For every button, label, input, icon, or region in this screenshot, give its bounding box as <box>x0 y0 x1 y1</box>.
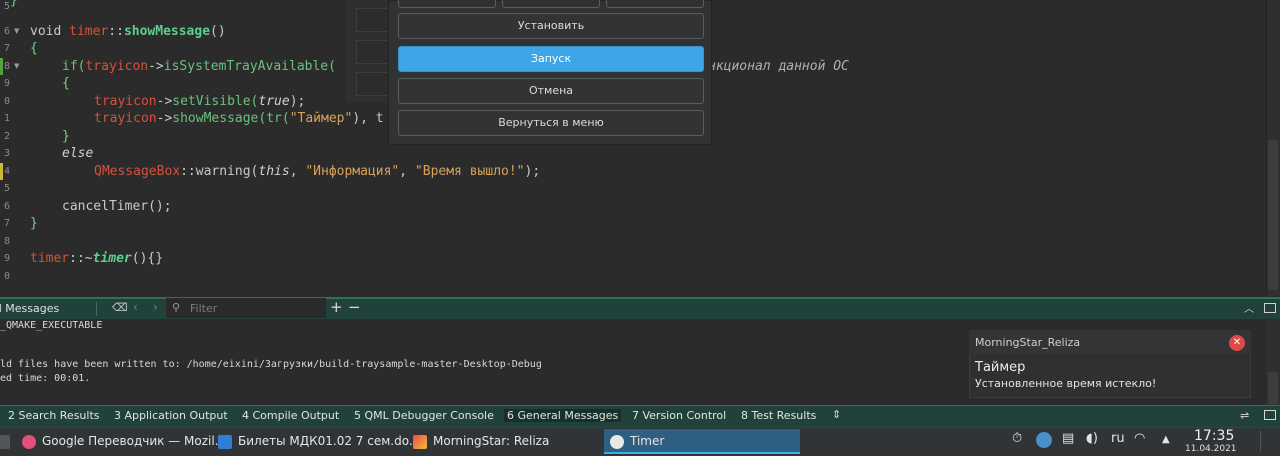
task-morningstar[interactable]: MorningStar: Reliza <box>408 429 600 454</box>
line-number-gutter: 5 6 7 8 9 0 1 2 3 4 5 6 7 8 9 0 ▼ ▼ <box>0 0 24 296</box>
line-number: 1 <box>3 113 10 124</box>
set-button[interactable]: Установить <box>398 13 704 39</box>
output-line: ld files have been written to: /home/eix… <box>0 359 542 370</box>
code-line: if(trayicon->isSystemTrayAvailable( <box>62 59 336 74</box>
stopwatch-tray-icon[interactable]: ⏱ <box>1012 431 1022 446</box>
code-line: trayicon->setVisible(true); <box>94 94 306 109</box>
background-window-button <box>356 72 391 96</box>
line-number: 8 <box>3 236 10 247</box>
line-number: 6 <box>3 26 10 37</box>
task-timer[interactable]: Timer <box>604 429 800 454</box>
next-icon[interactable]: › <box>153 300 158 314</box>
volume-icon[interactable]: ◖) <box>1086 431 1098 446</box>
clock-time[interactable]: 17:35 <box>1194 428 1234 444</box>
code-comment: нкционал данной ОС <box>708 59 849 74</box>
keyboard-layout[interactable]: ru <box>1111 431 1125 446</box>
update-tray-icon[interactable] <box>1036 432 1052 448</box>
task-label: Google Переводчик — Mozil... <box>42 434 227 448</box>
change-marker <box>0 163 3 180</box>
tab-qml-debugger-console[interactable]: 5 QML Debugger Console <box>354 409 494 422</box>
chevron-up-icon[interactable]: ︿ <box>1244 300 1254 315</box>
tab-general-messages[interactable]: 6 General Messages <box>504 409 622 422</box>
start-button[interactable]: Запуск <box>398 46 704 72</box>
fold-arrow-icon[interactable]: ▼ <box>14 58 19 75</box>
code-line: } <box>30 216 38 231</box>
code-line: } <box>10 0 18 8</box>
line-number: 0 <box>3 271 10 282</box>
previous-icon[interactable]: ‹ <box>133 300 138 314</box>
clock-date[interactable]: 11.04.2021 <box>1185 444 1237 454</box>
document-icon <box>218 434 232 449</box>
code-line: } <box>62 129 70 144</box>
output-scrollbar-thumb[interactable] <box>1268 372 1278 404</box>
line-number: 5 <box>3 1 10 12</box>
wifi-icon[interactable]: ◠ <box>1134 431 1145 446</box>
line-number: 6 <box>3 201 10 212</box>
notification-app-name: MorningStar_Reliza <box>975 336 1081 349</box>
code-line: { <box>30 41 38 56</box>
code-line: { <box>62 76 70 91</box>
filter-placeholder: Filter <box>190 302 218 315</box>
line-number: 7 <box>3 43 10 54</box>
task-document[interactable]: Билеты МДК01.02 7 сем.do... <box>212 429 420 454</box>
maximize-icon[interactable] <box>1264 410 1276 420</box>
output-pane-title[interactable]: al Messages <box>0 302 100 315</box>
tabs-updown-icon[interactable]: ⇕ <box>832 408 841 421</box>
tab-application-output[interactable]: 3 Application Output <box>114 409 228 422</box>
close-icon[interactable]: ✕ <box>1229 335 1245 351</box>
tab-compile-output[interactable]: 4 Compile Output <box>242 409 339 422</box>
stopwatch-icon <box>610 434 624 449</box>
line-number: 9 <box>3 253 10 264</box>
minutes-spinbox[interactable] <box>502 0 600 8</box>
firefox-icon <box>22 434 36 449</box>
notification-title: Таймер <box>975 360 1026 375</box>
maximize-icon[interactable] <box>1264 303 1276 313</box>
line-number: 7 <box>3 218 10 229</box>
tab-test-results[interactable]: 8 Test Results <box>741 409 816 422</box>
clear-output-icon[interactable]: ⌫ <box>112 301 128 314</box>
task-label: Билеты МДК01.02 7 сем.do... <box>238 434 421 448</box>
show-desktop-button[interactable] <box>1260 431 1277 451</box>
notification-body: Установленное время истекло! <box>975 377 1157 390</box>
code-line: else <box>62 146 94 161</box>
code-line: void timer::showMessage() <box>30 24 226 39</box>
fold-arrow-icon[interactable]: ▼ <box>14 23 19 40</box>
background-window-button <box>356 8 391 32</box>
seconds-spinbox[interactable] <box>606 0 704 8</box>
add-icon[interactable]: + <box>330 298 343 316</box>
search-icon: ⚲ <box>172 301 181 314</box>
back-to-menu-button[interactable]: Вернуться в меню <box>398 110 704 136</box>
line-number: 3 <box>3 148 10 159</box>
app-icon <box>413 434 427 449</box>
editor-scrollbar-thumb[interactable] <box>1268 140 1278 290</box>
task-label: Timer <box>630 434 665 448</box>
line-number: 5 <box>3 183 10 194</box>
line-number: 9 <box>3 78 10 89</box>
cancel-button[interactable]: Отмена <box>398 78 704 104</box>
code-line: cancelTimer(); <box>62 199 172 214</box>
tab-search-results[interactable]: 2 Search Results <box>8 409 100 422</box>
code-line: timer::~timer(){} <box>30 251 164 266</box>
sidebar-toggle-icon[interactable]: ⇌ <box>1240 409 1249 422</box>
task-firefox[interactable]: Google Переводчик — Mozil... <box>16 429 226 454</box>
line-number: 2 <box>3 131 10 142</box>
change-marker <box>0 58 3 75</box>
hours-spinbox[interactable] <box>398 0 496 8</box>
divider <box>96 302 97 316</box>
line-number: 0 <box>3 96 10 107</box>
background-window-button <box>356 40 391 64</box>
remove-icon[interactable]: − <box>348 298 361 316</box>
chevron-up-icon[interactable]: ▲ <box>1162 434 1170 445</box>
output-line: _QMAKE_EXECUTABLE <box>0 320 103 331</box>
clipboard-icon[interactable]: ▤ <box>1062 431 1074 446</box>
task-partial[interactable] <box>0 429 12 454</box>
timer-dialog: Установить Запуск Отмена Вернуться в мен… <box>388 0 712 145</box>
tab-version-control[interactable]: 7 Version Control <box>632 409 726 422</box>
code-line: trayicon->showMessage(tr("Таймер"), t <box>94 111 384 126</box>
task-label: MorningStar: Reliza <box>433 434 550 448</box>
output-line: ed time: 00:01. <box>0 373 91 384</box>
code-line: QMessageBox::warning(this, "Информация",… <box>94 164 541 179</box>
